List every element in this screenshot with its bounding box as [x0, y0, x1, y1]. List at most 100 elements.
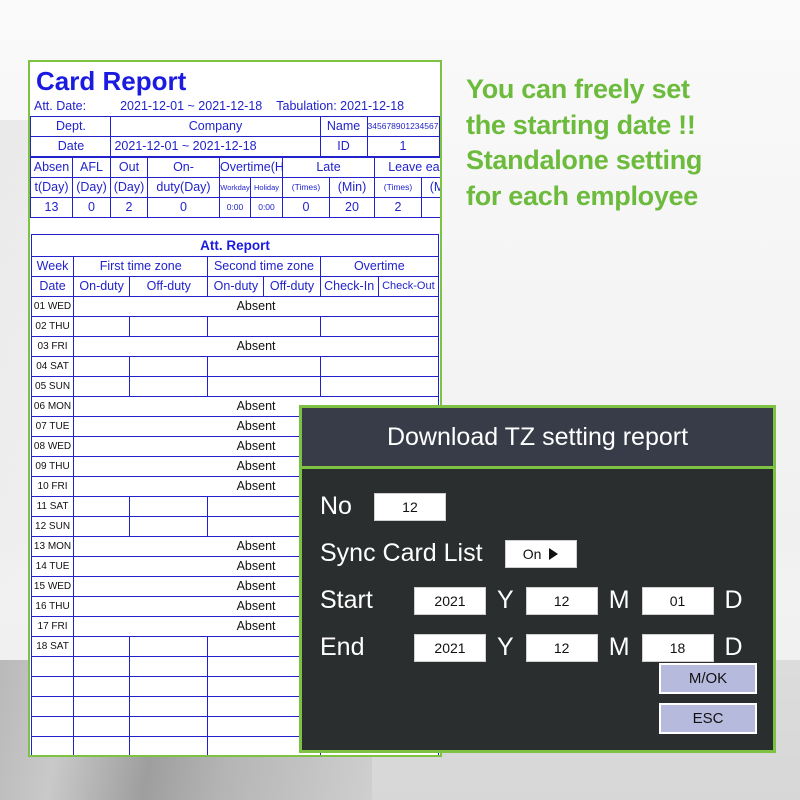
att-row-cell [73, 656, 131, 678]
absent-header-line2: t(Day) [30, 177, 73, 199]
date-label: Date [30, 136, 112, 158]
att-row-cell [129, 516, 209, 538]
promo-line-1: You can freely set [466, 74, 690, 104]
no-row: No 12 [320, 483, 755, 530]
onduty-value: 0 [147, 197, 220, 219]
att-row-day: 02 THU [30, 316, 75, 338]
summary-table: Dept. Company Name 34567890123456789 01 … [30, 116, 440, 158]
start-day-input[interactable]: 01 [641, 586, 714, 615]
att-row-cell [73, 356, 131, 378]
table-row: Date On-duty Off-duty On-duty Off-duty C… [30, 276, 440, 298]
att-row-cell [129, 676, 209, 698]
att-row-cell [129, 696, 209, 718]
att-row-cell [129, 376, 209, 398]
first-time-zone-header: First time zone [73, 256, 209, 278]
table-row: 01 WED Absent [30, 296, 439, 318]
promo-line-2: the starting date !! [466, 109, 696, 140]
att-row-status: Absent [73, 336, 439, 358]
att-row-day: 18 SAT [30, 636, 75, 658]
id-value: 1 [366, 136, 440, 158]
ok-button[interactable]: M/OK [659, 663, 757, 694]
end-day-input[interactable]: 18 [641, 633, 714, 662]
att-row-day [30, 696, 75, 718]
end-day-unit: D [724, 633, 743, 661]
table-row: t(Day) (Day) (Day) duty(Day) Workday Hol… [30, 177, 440, 199]
att-row-day [30, 716, 75, 738]
sync-card-list-label: Sync Card List [320, 539, 483, 567]
sync-card-list-value: On [522, 545, 542, 562]
out-value: 2 [110, 197, 148, 219]
check-in-header: Check-In [319, 276, 379, 298]
att-row-day: 13 MON [30, 536, 75, 558]
overtime-workday-header: Workday [219, 177, 251, 199]
table-row: Att. Report [31, 234, 439, 258]
att-row-day [30, 656, 75, 678]
att-row-cell [129, 356, 209, 378]
att-row-cell [207, 356, 321, 378]
late-min-value: 20 [329, 197, 375, 219]
att-row-cell [129, 736, 209, 755]
table-row: 02 THU [30, 316, 440, 338]
promo-line-4: for each employee [466, 180, 698, 211]
table-row: Absen AFL Out On- Overtime(H) Late Leave… [30, 157, 440, 179]
end-year-input[interactable]: 2021 [414, 633, 486, 662]
att-date-label: Att. Date: [34, 99, 87, 114]
end-label: End [320, 633, 365, 661]
start-label: Start [320, 586, 373, 614]
att-row-status: Absent [73, 296, 439, 318]
table-row: Date 2021-12-01 ~ 2021-12-18 ID 1 [30, 136, 440, 158]
onduty-header-line2: duty(Day) [147, 177, 220, 199]
no-input[interactable]: 12 [373, 492, 446, 521]
att-row-day: 04 SAT [30, 356, 75, 378]
table-row: 04 SAT [30, 356, 440, 378]
sync-card-list-toggle[interactable]: On [504, 539, 577, 568]
att-row-day: 12 SUN [30, 516, 75, 538]
dialog-buttons: M/OK ESC [659, 663, 757, 734]
absent-value: 13 [30, 197, 73, 219]
start-month-unit: M [608, 586, 630, 614]
off-duty-1-header: Off-duty [129, 276, 209, 298]
overtime-holiday-header: Holiday [250, 177, 283, 199]
att-row-day: 08 WED [30, 436, 75, 458]
leave-early-times-header: (Times) [374, 177, 422, 199]
start-date-row: Start 2021 Y 12 M 01 D [320, 577, 755, 624]
end-month-input[interactable]: 12 [525, 633, 598, 662]
dialog-title: Download TZ setting report [386, 422, 689, 451]
att-row-cell [73, 716, 131, 738]
week-header: Week [30, 256, 75, 278]
att-row-cell [73, 676, 131, 698]
promo-text: You can freely set the starting date !! … [466, 72, 796, 215]
att-row-day: 14 TUE [30, 556, 75, 578]
att-row-day: 09 THU [30, 456, 75, 478]
afl-header-line2: (Day) [72, 177, 111, 199]
att-row-day: 03 FRI [30, 336, 75, 358]
att-row-day: 15 WED [30, 576, 75, 598]
check-out-header: Check-Out [377, 276, 440, 298]
att-row-day: 10 FRI [30, 476, 75, 498]
start-year-input[interactable]: 2021 [414, 586, 486, 615]
leave-early-min-value: 0 [421, 197, 440, 219]
esc-button[interactable]: ESC [659, 703, 757, 734]
att-row-cell [129, 496, 209, 518]
table-row: Week First time zone Second time zone Ov… [30, 256, 440, 278]
table-row: 13 0 2 0 0:00 0:00 0 20 2 0 [30, 197, 440, 219]
overtime-workday-value: 0:00 [219, 197, 251, 219]
att-row-cell [73, 316, 131, 338]
table-row: Dept. Company Name 34567890123456789 01 [30, 116, 440, 138]
att-row-cell [319, 316, 440, 338]
att-row-cell [129, 636, 209, 658]
att-row-day: 05 SUN [30, 376, 75, 398]
date-header: Date [30, 276, 75, 298]
start-month-input[interactable]: 12 [525, 586, 598, 615]
att-row-day: 07 TUE [30, 416, 75, 438]
att-row-day: 17 FRI [30, 616, 75, 638]
second-time-zone-header: Second time zone [207, 256, 321, 278]
att-date-range: 2021-12-01 ~ 2021-12-18 [120, 99, 263, 114]
att-row-day: 06 MON [30, 396, 75, 418]
att-row-cell [207, 376, 321, 398]
leave-early-times-value: 2 [374, 197, 422, 219]
overtime-header: Overtime(H) [219, 157, 283, 179]
att-row-cell [129, 716, 209, 738]
overtime-holiday-value: 0:00 [250, 197, 283, 219]
dialog-body: No 12 Sync Card List On Start 2021 Y 12 … [302, 469, 773, 671]
